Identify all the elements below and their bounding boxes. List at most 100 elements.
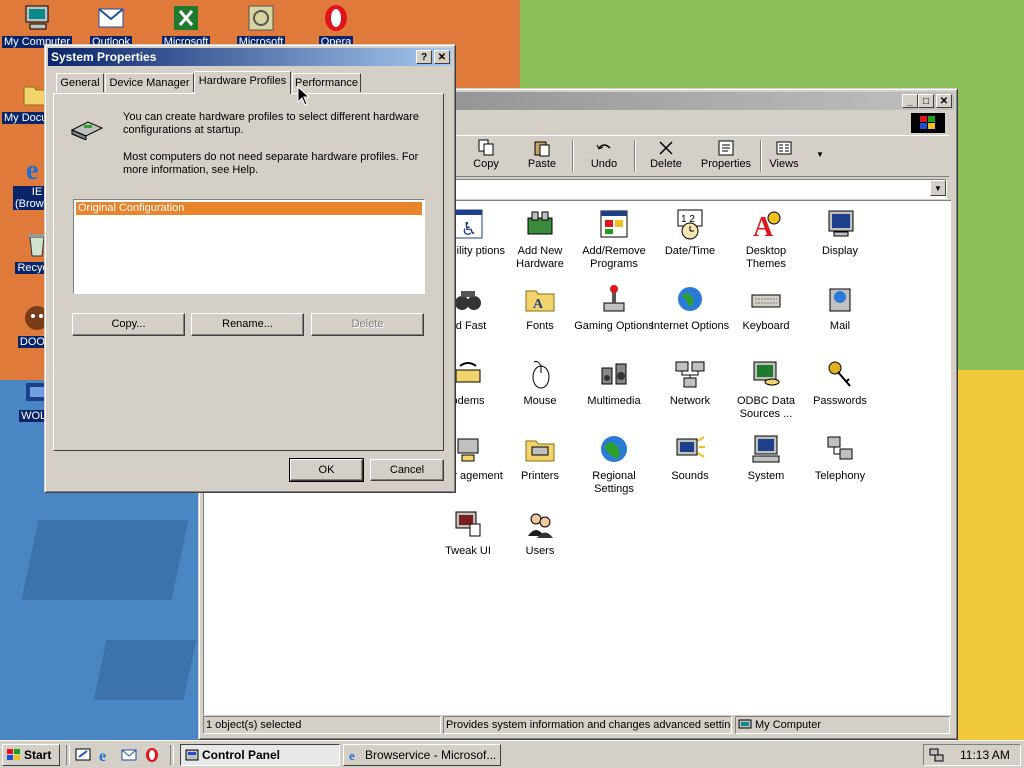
cp-item-date-time[interactable]: 1 2 Date/Time	[650, 207, 730, 258]
address-bar[interactable]: ▼	[452, 179, 947, 199]
svg-text:e: e	[99, 748, 106, 763]
profiles-list[interactable]: Original Configuration	[73, 199, 425, 294]
multimedia-icon	[597, 357, 631, 391]
views-button[interactable]: Views	[758, 138, 810, 170]
cp-item-system[interactable]: System	[726, 432, 806, 483]
tab-device-manager[interactable]: Device Manager	[105, 73, 194, 92]
cp-item-mail[interactable]: Mail	[800, 282, 880, 333]
odbc-icon	[749, 357, 783, 391]
tab-general[interactable]: General	[56, 73, 104, 92]
status-selected-count: 1 object(s) selected	[203, 716, 441, 734]
cp-item-label: Keyboard	[742, 320, 790, 332]
cp-item-label: Display	[821, 245, 859, 257]
cp-item-add-remove-programs[interactable]: Add/Remove Programs	[574, 207, 654, 271]
cp-item-label: ODBC Data Sources ...	[736, 395, 796, 420]
cp-item-label: Add New Hardware	[516, 245, 564, 270]
cp-item-label: Add/Remove Programs	[582, 245, 646, 270]
copy-label: Copy	[473, 158, 499, 170]
quicklaunch-outlook-icon[interactable]	[120, 746, 138, 764]
cp-item-network[interactable]: Network	[650, 357, 730, 408]
task-control-panel[interactable]: Control Panel	[180, 744, 340, 766]
cp-item-label: System	[747, 470, 785, 482]
start-button[interactable]: Start	[2, 744, 60, 766]
rename-profile-button[interactable]: Rename...	[191, 313, 304, 336]
desktop-icon-my-computer[interactable]: My Computer	[2, 2, 73, 48]
add-hardware-icon	[523, 207, 557, 241]
intro-text-1: You can create hardware profiles to sele…	[123, 111, 419, 136]
cp-item-regional-settings[interactable]: Regional Settings	[574, 432, 654, 496]
task-label: Browservice - Microsof...	[365, 748, 497, 762]
cp-item-label: Regional Settings	[592, 470, 636, 495]
cp-item-desktop-themes[interactable]: A Desktop Themes	[726, 207, 806, 271]
hardware-profiles-panel: You can create hardware profiles to sele…	[53, 93, 444, 451]
tray-network-icon[interactable]	[929, 748, 945, 762]
close-button[interactable]: ✕	[936, 94, 952, 108]
cp-item-fonts[interactable]: A Fonts	[500, 282, 580, 333]
cp-item-label: Gaming Options	[574, 320, 654, 332]
status-description: Provides system information and changes …	[443, 716, 732, 734]
cp-item-add-new-hardware[interactable]: Add New Hardware	[500, 207, 580, 271]
cp-item-passwords[interactable]: Passwords	[800, 357, 880, 408]
cp-item-sounds[interactable]: Sounds	[650, 432, 730, 483]
list-item[interactable]: Original Configuration	[76, 202, 422, 215]
clock[interactable]: 11:13 AM	[960, 745, 1010, 765]
toolbar-separator	[572, 140, 574, 172]
delete-button[interactable]: Delete	[640, 138, 692, 170]
close-button[interactable]: ✕	[434, 50, 450, 64]
add-remove-programs-icon	[597, 207, 631, 241]
undo-button[interactable]: Undo	[578, 138, 630, 170]
delete-profile-button[interactable]: Delete	[311, 313, 424, 336]
desktop-icon-microsoft[interactable]: Microsoft	[226, 2, 296, 48]
computer-icon	[738, 719, 752, 729]
cp-item-tweak-ui[interactable]: Tweak UI	[428, 507, 508, 558]
copy-button[interactable]: Copy	[460, 138, 512, 170]
cp-item-telephony[interactable]: Telephony	[800, 432, 880, 483]
cp-item-keyboard[interactable]: Keyboard	[726, 282, 806, 333]
fonts-folder-icon: A	[523, 282, 557, 316]
outlook-icon	[95, 2, 127, 34]
properties-button[interactable]: Properties	[696, 138, 756, 170]
copy-profile-button[interactable]: Copy...	[72, 313, 185, 336]
paste-button[interactable]: Paste	[516, 138, 568, 170]
maximize-button[interactable]: □	[918, 94, 934, 108]
help-button[interactable]: ?	[416, 50, 432, 64]
tab-hardware-profiles[interactable]: Hardware Profiles	[194, 71, 291, 94]
quicklaunch-opera-icon[interactable]	[143, 746, 161, 764]
views-dropdown-arrow-icon[interactable]: ▼	[816, 150, 824, 159]
cp-item-label: Network	[669, 395, 711, 407]
cp-item-label: Telephony	[814, 470, 866, 482]
cp-item-internet-options[interactable]: Internet Options	[650, 282, 730, 333]
control-panel-toolbar: Copy Paste Undo Delete Properties Views …	[452, 135, 949, 177]
excel-icon	[170, 2, 202, 34]
regional-globe-icon	[597, 432, 631, 466]
quicklaunch-desktop-icon[interactable]	[74, 746, 92, 764]
hardware-profile-icon	[70, 112, 104, 143]
cp-item-gaming-options[interactable]: Gaming Options	[574, 282, 654, 333]
views-label: Views	[769, 158, 799, 170]
desktop-icon-opera[interactable]: Opera	[301, 2, 371, 48]
quicklaunch-ie-icon[interactable]: e	[97, 746, 115, 764]
cp-item-label: Users	[525, 545, 555, 557]
dialog-titlebar[interactable]: System Properties ? ✕	[48, 48, 452, 66]
joystick-icon	[597, 282, 631, 316]
cp-item-label: odems	[451, 395, 485, 407]
cp-item-printers[interactable]: Printers	[500, 432, 580, 483]
cancel-button[interactable]: Cancel	[370, 459, 444, 481]
desktop-icon-outlook[interactable]: Outlook	[76, 2, 146, 48]
delete-icon	[640, 138, 692, 158]
ok-button[interactable]: OK	[289, 458, 364, 482]
wallpaper-shape	[93, 640, 197, 700]
svg-text:e: e	[26, 155, 38, 183]
address-dropdown-icon[interactable]: ▼	[930, 180, 946, 196]
cp-item-users[interactable]: Users	[500, 507, 580, 558]
cp-item-multimedia[interactable]: Multimedia	[574, 357, 654, 408]
task-browservice[interactable]: e Browservice - Microsof...	[343, 744, 501, 766]
properties-icon	[696, 138, 756, 158]
cp-item-display[interactable]: Display	[800, 207, 880, 258]
views-icon	[758, 138, 810, 158]
cp-item-mouse[interactable]: Mouse	[500, 357, 580, 408]
minimize-button[interactable]: _	[902, 94, 918, 108]
cp-item-odbc-data-sources[interactable]: ODBC Data Sources ...	[726, 357, 806, 421]
windows-logo-icon	[911, 113, 945, 133]
desktop-icon-excel[interactable]: Microsoft	[151, 2, 221, 48]
